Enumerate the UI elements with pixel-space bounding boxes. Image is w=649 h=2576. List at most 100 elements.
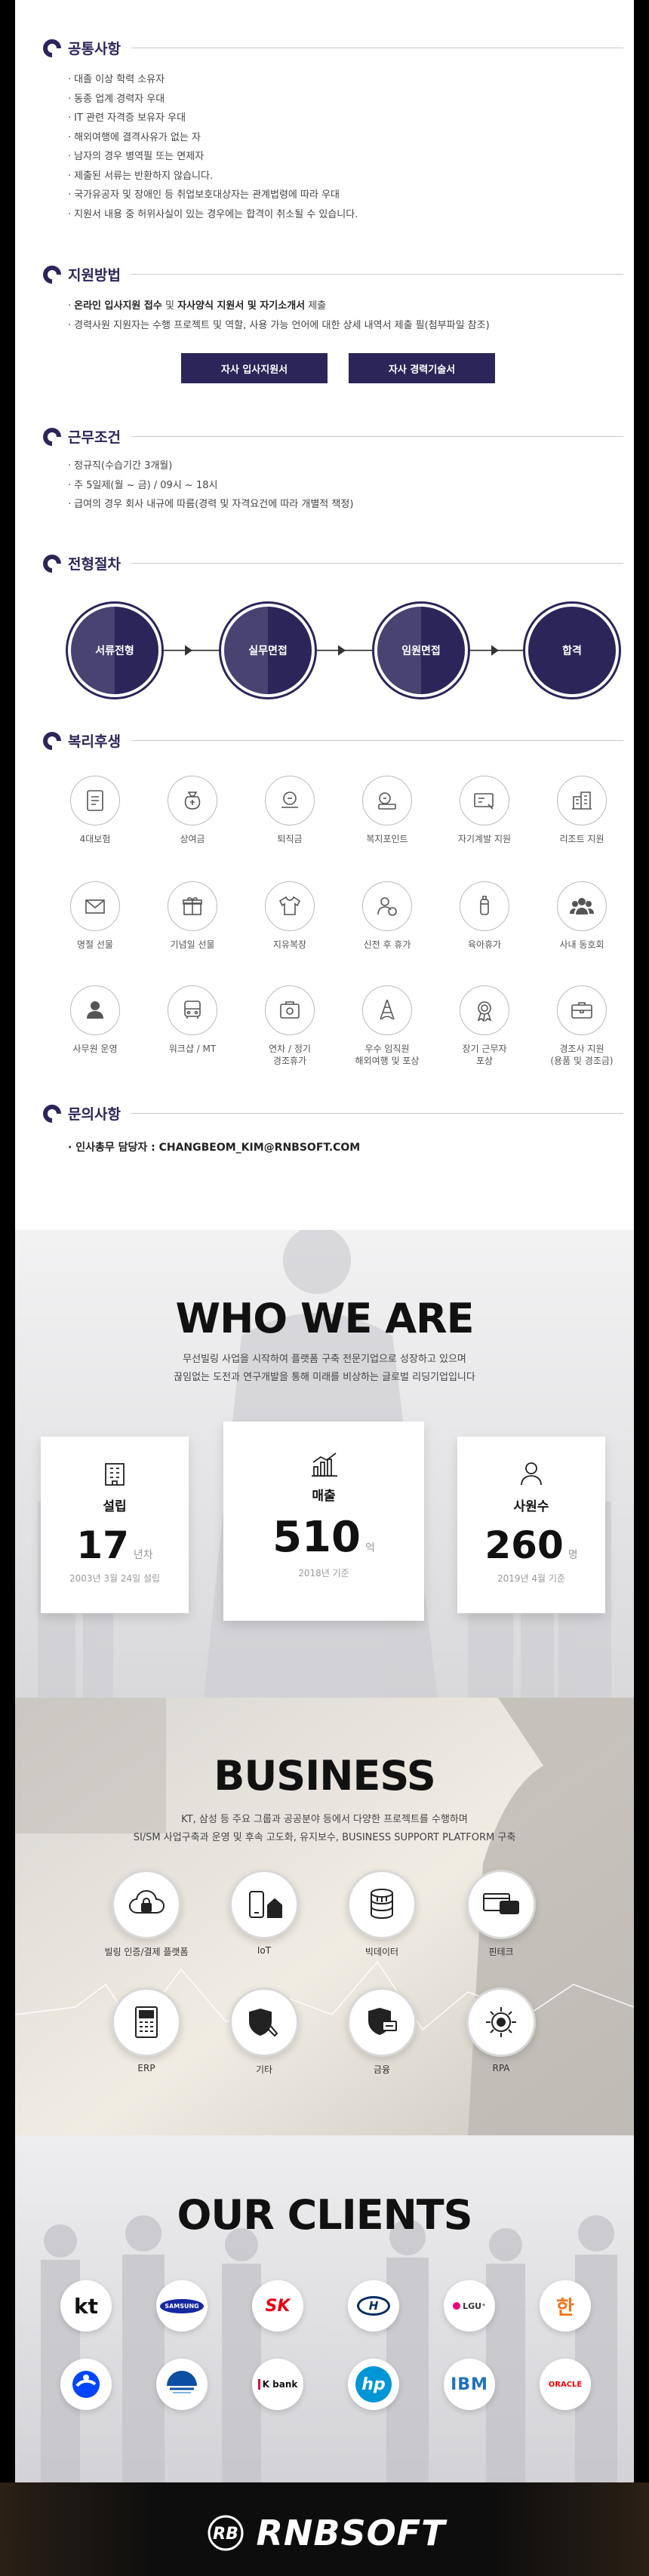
benefit-item: 신전 후 휴가 bbox=[342, 881, 432, 951]
benefit-item: 기념일 선물 bbox=[147, 881, 238, 951]
finance-shield-icon bbox=[368, 2007, 397, 2036]
benefit-item: 퇴직금 bbox=[245, 776, 335, 845]
business-item: IoT bbox=[211, 1870, 317, 1956]
rnb-logo-icon: RB bbox=[208, 2515, 244, 2551]
business-item: 빅데이터 bbox=[329, 1870, 435, 1958]
section-title: 공통사항 bbox=[68, 41, 121, 57]
benefit-item: 복지포인트 bbox=[342, 776, 432, 845]
section-bullet-icon bbox=[43, 427, 61, 446]
benefit-item: 리조트 지원 bbox=[537, 776, 627, 845]
benefit-item: 경조사 지원 (용품 및 경조금) bbox=[537, 985, 627, 1067]
section-divider bbox=[131, 563, 623, 564]
list-item: 정규직(수습기간 3개월) bbox=[68, 456, 353, 476]
client-logo-lgu: LGU⁺ bbox=[444, 2280, 495, 2332]
client-logo-samsung: SAMSUNG bbox=[156, 2280, 208, 2332]
resort-building-icon bbox=[572, 792, 592, 810]
conditions-list: 정규직(수습기간 3개월) 주 5일제(월 ~ 금) / 09시 ~ 18시 급… bbox=[68, 456, 353, 515]
client-logo-hyundai: H bbox=[348, 2280, 399, 2332]
award-medal-icon bbox=[477, 1001, 492, 1022]
insurance-card-icon bbox=[87, 790, 103, 811]
business-title: BUSINESS bbox=[214, 1752, 435, 1800]
section-divider bbox=[131, 740, 623, 741]
fintech-card-icon bbox=[483, 1893, 519, 1914]
section-divider bbox=[131, 1113, 623, 1114]
gift-box-icon bbox=[183, 897, 202, 915]
baby-bottle-icon bbox=[480, 896, 489, 915]
section-bullet-icon bbox=[43, 265, 61, 284]
benefit-item: 사내 동호회 bbox=[537, 881, 627, 951]
contact-email[interactable]: · 인사총무 담당자 : CHANGBEOM_KIM@RNBSOFT.COM bbox=[68, 1139, 360, 1154]
notice-list: 대졸 이상 학력 소유자 동종 업계 경력자 우대 IT 관련 자격증 보유자 … bbox=[68, 70, 358, 224]
clients-section: OUR CLIENTS kt SAMSUNG SK H LGU⁺ 한 K ban… bbox=[15, 2135, 634, 2482]
section-title: 전형절차 bbox=[68, 556, 121, 573]
section-header-apply: 지원방법 bbox=[42, 264, 623, 284]
business-item: 빌링 인증/결제 플랫폼 bbox=[94, 1870, 199, 1958]
section-bullet-icon bbox=[43, 731, 61, 750]
footer-brand[interactable]: RB RNBSOFT bbox=[0, 2513, 649, 2553]
client-logo-hp: hp bbox=[348, 2359, 399, 2410]
list-item: 지원서 내용 중 허위사실이 있는 경우에는 합격이 취소될 수 있습니다. bbox=[68, 205, 358, 225]
bar-chart-icon bbox=[312, 1452, 337, 1477]
self-development-icon bbox=[474, 793, 494, 810]
stat-card: 매출 510 억 2018년 기준 bbox=[223, 1422, 424, 1621]
section-title: 문의사항 bbox=[68, 1106, 121, 1123]
briefcase-icon bbox=[571, 1002, 592, 1019]
iot-home-icon bbox=[249, 1891, 282, 1918]
client-logo-ibm: IBM bbox=[444, 2359, 495, 2410]
stat-card: 사원수 260 명 2019년 4월 기준 bbox=[457, 1437, 605, 1613]
list-item: 동종 업계 경력자 우대 bbox=[68, 90, 358, 109]
club-people-icon bbox=[570, 898, 594, 915]
money-bag-icon bbox=[184, 792, 201, 810]
staff-person-icon bbox=[87, 1001, 103, 1019]
building-icon bbox=[105, 1463, 125, 1486]
benefit-item: 워크샵 / MT bbox=[147, 985, 238, 1055]
section-divider bbox=[131, 436, 623, 437]
clients-title: OUR CLIENTS bbox=[177, 2191, 472, 2239]
list-item: 대졸 이상 학력 소유자 bbox=[68, 70, 358, 90]
holiday-gift-envelope-icon bbox=[85, 899, 105, 914]
list-item: IT 관련 자격증 보유자 우대 bbox=[68, 109, 358, 128]
welfare-points-icon bbox=[378, 792, 396, 810]
benefit-item: 4대보험 bbox=[50, 776, 140, 845]
section-title: 근무조건 bbox=[68, 429, 121, 446]
list-item: 주 5일제(월 ~ 금) / 09시 ~ 18시 bbox=[68, 476, 353, 496]
business-item: RPA bbox=[448, 1987, 554, 2073]
career-statement-button[interactable]: 자사 경력기술서 bbox=[349, 353, 495, 383]
client-logo-shinhan bbox=[60, 2359, 112, 2410]
cloud-lock-icon bbox=[128, 1889, 165, 1914]
list-item: 해외여행에 결격사유가 없는 자 bbox=[68, 128, 358, 148]
arrow-right-icon bbox=[338, 645, 346, 656]
process-step: 서류전형 bbox=[68, 604, 161, 697]
client-logo-kbank: K bank bbox=[252, 2359, 303, 2410]
process-step: 실무면접 bbox=[221, 604, 315, 697]
client-logo-oracle: ORACLE bbox=[540, 2359, 591, 2410]
section-header-notice: 공통사항 bbox=[42, 38, 623, 58]
section-divider bbox=[131, 274, 623, 275]
benefit-item: 장기 근무자 포상 bbox=[439, 985, 530, 1067]
stat-card: 설립 17 년차 2003년 3월 24일 설립 bbox=[41, 1437, 189, 1613]
process-step: 임원면접 bbox=[374, 604, 468, 697]
benefit-item: 명절 선물 bbox=[50, 881, 140, 951]
rpa-gear-icon bbox=[486, 2007, 516, 2037]
section-title: 복리후생 bbox=[68, 733, 121, 750]
client-logo-sk: SK bbox=[252, 2280, 303, 2332]
application-form-button[interactable]: 자사 입사지원서 bbox=[181, 353, 328, 383]
list-item: 국가유공자 및 장애인 등 취업보호대상자는 관계법령에 따라 우대 bbox=[68, 186, 358, 205]
client-logo-kt: kt bbox=[60, 2280, 112, 2332]
list-item: 온라인 입사지원 접수 및 자사양식 지원서 및 자기소개서 제출 bbox=[68, 297, 490, 316]
section-header-process: 전형절차 bbox=[42, 553, 623, 573]
client-logo-hanwha: 한 bbox=[540, 2280, 591, 2332]
section-bullet-icon bbox=[43, 554, 61, 573]
footer: RB RNBSOFT bbox=[0, 2482, 649, 2576]
casual-shirt-icon bbox=[278, 896, 301, 915]
client-logo-kepco bbox=[156, 2359, 208, 2410]
list-item: 급여의 경우 회사 내규에 따름(경력 및 자격요건에 따라 개별적 책정) bbox=[68, 495, 353, 515]
shield-tools-icon bbox=[249, 2008, 278, 2037]
bus-icon bbox=[184, 1001, 201, 1019]
process-step: 합격 bbox=[525, 604, 619, 697]
section-bullet-icon bbox=[43, 38, 61, 57]
calendar-leave-icon bbox=[280, 1001, 300, 1019]
recruitment-panel: 공통사항 대졸 이상 학력 소유자 동종 업계 경력자 우대 IT 관련 자격증… bbox=[15, 0, 634, 1230]
benefit-item: 연차 / 정기 경조휴가 bbox=[245, 985, 335, 1067]
business-item: 기타 bbox=[211, 1987, 317, 2076]
